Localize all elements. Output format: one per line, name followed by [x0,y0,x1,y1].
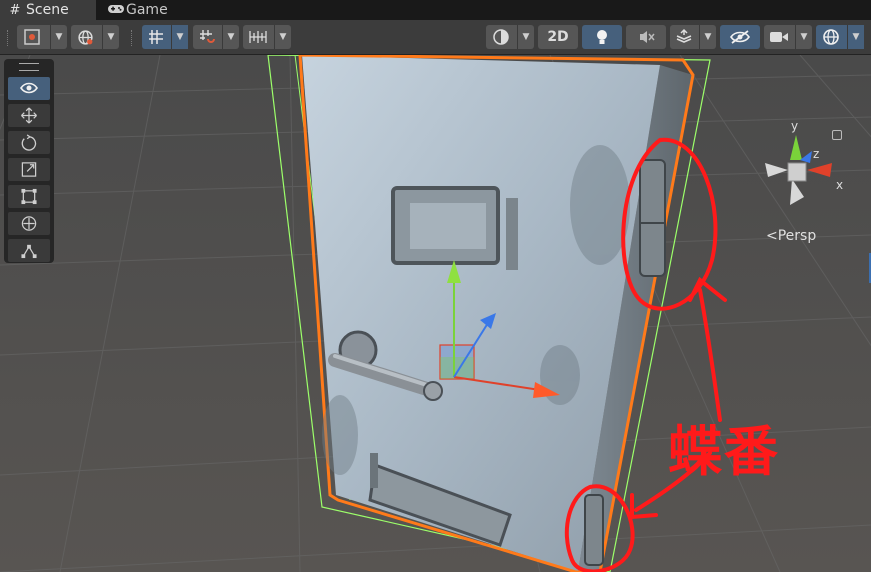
draw-mode-button[interactable]: ▼ [17,25,67,49]
grid-snap-icon [149,30,163,44]
tab-game-label: Game [126,2,168,18]
chevron-down-icon[interactable]: ▼ [700,25,716,49]
gizmos-button[interactable]: ▼ [816,25,864,49]
axis-x-label: x [836,178,844,192]
chevron-down-icon[interactable]: ▼ [172,25,188,49]
transform-tool-button[interactable] [8,212,50,235]
move-arrows-icon [21,107,37,124]
eye-slash-icon [730,30,750,44]
speaker-muted-icon [640,31,655,43]
custom-editor-tool-icon [21,244,37,259]
rect-tool-button[interactable] [8,185,50,208]
increment-snap-button[interactable]: ▼ [193,25,239,49]
rect-transform-icon [21,188,37,205]
scale-icon [21,162,37,177]
global-local-button[interactable]: ▼ [71,25,119,49]
lighting-toggle-button[interactable] [582,25,622,49]
rotate-icon [21,134,37,151]
ruler-icon [249,31,267,43]
chevron-down-icon[interactable]: ▼ [518,25,534,49]
chevron-down-icon[interactable]: ▼ [223,25,239,49]
tab-scene-label: Scene [26,2,69,18]
camera-button[interactable]: ▼ [764,25,812,49]
scale-tool-button[interactable] [8,158,50,181]
transform-icon [21,216,37,231]
custom-tool-button[interactable] [8,239,50,262]
persp-text: Persp [777,228,817,244]
gizmo-globe-icon [823,29,839,45]
video-camera-icon [770,32,788,42]
lightbulb-icon [597,30,607,44]
effects-button[interactable]: ▼ [670,25,716,49]
draw-mode-icon [24,29,40,45]
layers-icon [676,28,692,43]
scene-toolbar: ▼ ▼ ▼ ▼ ▼ ▼ 2D ▼ ▼ ▼ [0,20,871,55]
back-arrow-icon: < [766,228,778,244]
toolbar-grip [7,30,10,46]
chevron-down-icon[interactable]: ▼ [51,25,67,49]
scene-render [0,55,871,572]
gamepad-icon [108,1,124,21]
shading-mode-button[interactable]: ▼ [486,25,534,49]
axis-y-label: y [791,119,799,133]
scene-visibility-button[interactable] [720,25,760,49]
globe-icon [78,30,93,45]
tab-game[interactable]: Game [100,0,190,20]
chevron-down-icon[interactable]: ▼ [103,25,119,49]
shaded-sphere-icon [493,29,509,45]
audio-toggle-button[interactable] [626,25,666,49]
toggle-2d-button[interactable]: 2D [538,25,578,49]
chevron-down-icon[interactable]: ▼ [848,25,864,49]
tools-overlay [4,59,54,263]
tab-scene[interactable]: # Scene [0,0,96,20]
toolbar-grip [131,30,134,46]
grid-snap-button[interactable]: ▼ [142,25,188,49]
move-tool-button[interactable] [8,104,50,127]
view-tool-button[interactable] [8,77,50,100]
axis-z-label: z [813,147,820,161]
rotate-tool-button[interactable] [8,131,50,154]
ruler-grid-button[interactable]: ▼ [243,25,291,49]
eye-icon [20,82,38,94]
perspective-label[interactable]: <Persp [766,228,816,244]
chevron-down-icon[interactable]: ▼ [796,25,812,49]
chevron-down-icon[interactable]: ▼ [275,25,291,49]
hinge-annotation: 蝶番 [668,419,780,483]
scene-viewport[interactable]: y z x <Persp 蝶番 [0,55,871,572]
grid-hash-icon: # [9,3,21,18]
overlay-drag-handle[interactable] [19,63,39,71]
lock-icon[interactable] [832,130,842,140]
tab-bar: # Scene Game [0,0,871,20]
magnet-grid-icon [200,30,215,43]
